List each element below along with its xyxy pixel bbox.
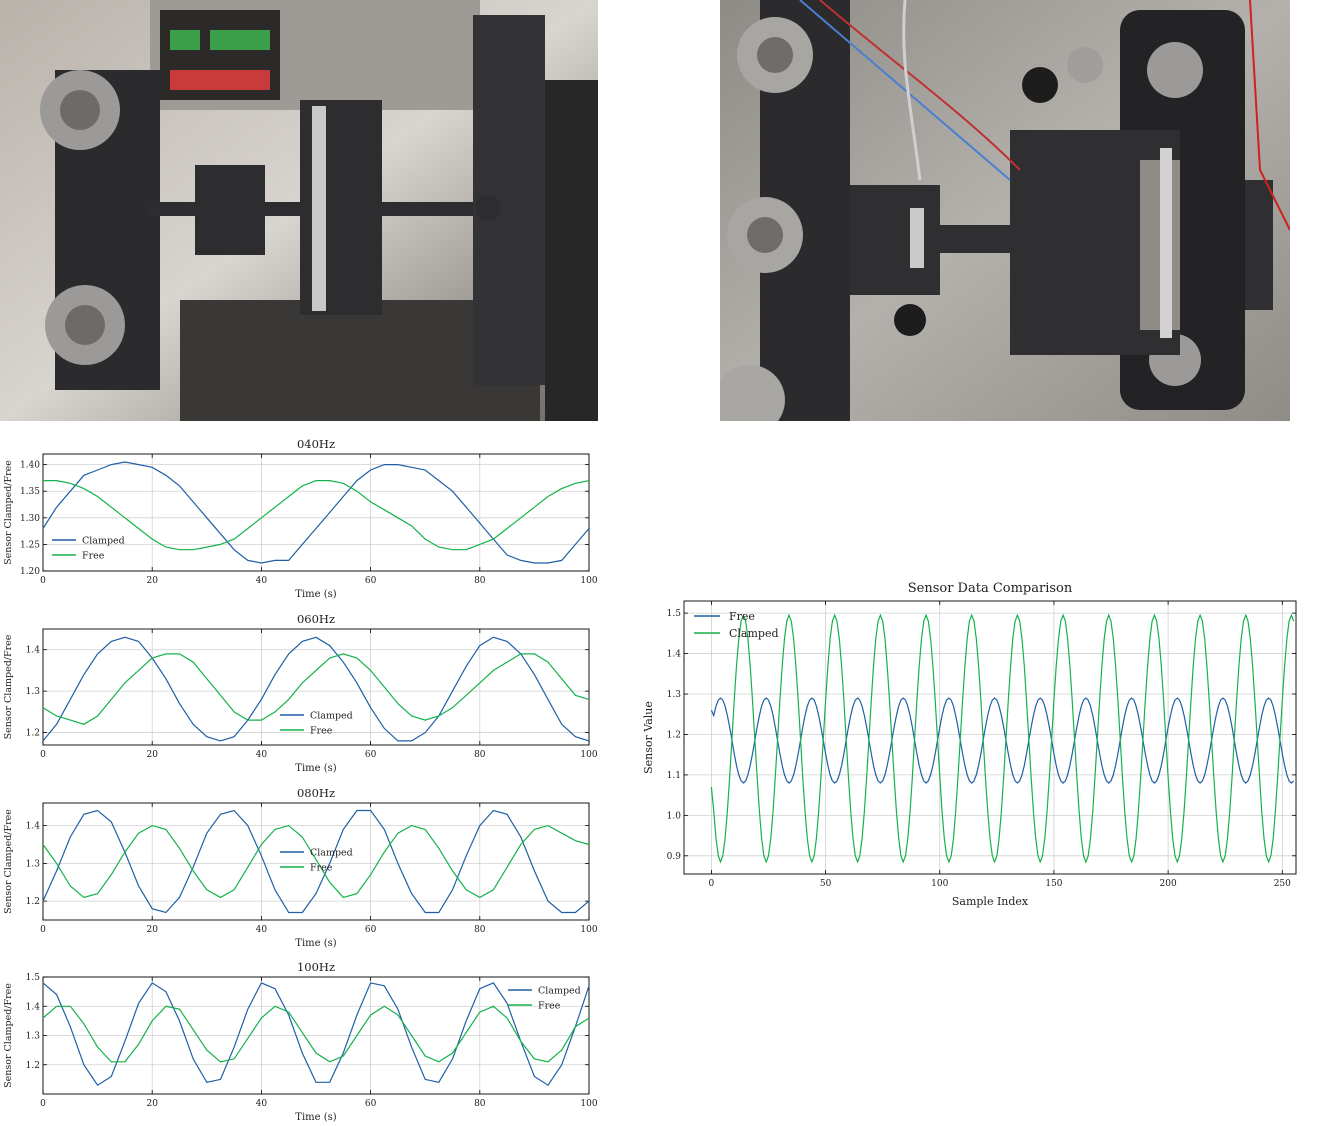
chart3-frame bbox=[42, 802, 590, 921]
main-chart-ytick-label: 1.5 bbox=[667, 609, 682, 619]
chart3-ytick-label: 1.3 bbox=[26, 859, 41, 869]
chart1-xlabel: Time (s) bbox=[295, 589, 336, 600]
chart1-title: 040Hz bbox=[297, 437, 335, 451]
chart2-xtick-label: 60 bbox=[365, 750, 377, 760]
chart1-ylabel: Sensor Clamped/Free bbox=[3, 460, 14, 565]
main-chart-xtick-label: 250 bbox=[1274, 879, 1291, 889]
chart2-ytick-label: 1.2 bbox=[26, 729, 40, 739]
chart4-series-free bbox=[42, 1005, 590, 1063]
main-chart-ylabel: Sensor Value bbox=[642, 701, 655, 774]
chart1-ytick-label: 1.35 bbox=[20, 487, 40, 497]
chart1-xtick-label: 20 bbox=[146, 576, 158, 586]
chart1: 0 20 40 60 80 100 1.20 1.25 1.30 1.35 1.40 040Hz Tim… bbox=[3, 437, 598, 600]
main-chart-ytick-label: 1.2 bbox=[667, 730, 681, 740]
main-chart-xtick-label: 150 bbox=[1045, 879, 1062, 889]
chart-canvas: 0 20 40 60 80 1001.201.251.301.351.40040HzTim… bbox=[3, 437, 1297, 1123]
chart4-ytick-label: 1.3 bbox=[26, 1032, 41, 1042]
chart4-xtick-label: 80 bbox=[474, 1099, 486, 1109]
main-chart-ytick-label: 1.4 bbox=[667, 650, 682, 660]
chart2-xtick-label: 20 bbox=[146, 750, 158, 760]
main-chart-xtick-label: 0 bbox=[709, 879, 715, 889]
chart1-xtick-label: 100 bbox=[580, 576, 597, 586]
chart3-ytick-label: 1.2 bbox=[26, 897, 40, 907]
chart4-legend-label: Free bbox=[538, 1001, 561, 1012]
chart3-legend-label: Clamped bbox=[310, 848, 353, 859]
chart4-xtick-label: 0 bbox=[40, 1099, 46, 1109]
chart1-series-clamped bbox=[42, 461, 590, 564]
chart2-xtick-label: 100 bbox=[580, 750, 597, 760]
chart3-xtick-label: 60 bbox=[365, 925, 377, 935]
chart4-xlabel: Time (s) bbox=[295, 1112, 336, 1123]
chart4: 0 20 40 60 80 100 1.2 1.3 1.4 1.5 100Hz Time (s) Sen… bbox=[3, 960, 598, 1123]
chart4-series-clamped bbox=[42, 982, 590, 1087]
chart4-xtick-label: 100 bbox=[580, 1099, 597, 1109]
chart2-ytick-label: 1.4 bbox=[26, 646, 41, 656]
main-chart-ytick-label: 1.0 bbox=[667, 811, 682, 821]
main-chart-xtick-label: 50 bbox=[820, 879, 832, 889]
main-chart-series-clamped bbox=[710, 613, 1295, 864]
chart2-xtick-label: 40 bbox=[256, 750, 268, 760]
main-chart-legend-label: Clamped bbox=[729, 627, 779, 640]
chart1-xtick-label: 80 bbox=[474, 576, 486, 586]
chart1-legend-label: Clamped bbox=[82, 536, 125, 547]
chart1-frame bbox=[42, 453, 590, 572]
chart2-xlabel: Time (s) bbox=[295, 763, 336, 774]
chart2-ytick-label: 1.3 bbox=[26, 687, 41, 697]
chart2-xtick-label: 80 bbox=[474, 750, 486, 760]
chart4-xtick-label: 40 bbox=[256, 1099, 268, 1109]
chart4-xtick-label: 20 bbox=[146, 1099, 158, 1109]
chart1-ytick-label: 1.40 bbox=[20, 461, 40, 471]
chart3-xtick-label: 40 bbox=[256, 925, 268, 935]
chart3-xtick-label: 100 bbox=[580, 925, 597, 935]
chart2-legend-label: Clamped bbox=[310, 711, 353, 722]
chart3-xlabel: Time (s) bbox=[295, 938, 336, 949]
chart1-xtick-label: 0 bbox=[40, 576, 46, 586]
chart1-legend-label: Free bbox=[82, 551, 105, 562]
chart3-ytick-label: 1.4 bbox=[26, 822, 41, 832]
main-chart-legend-label: Free bbox=[729, 610, 755, 623]
chart4-xtick-label: 60 bbox=[365, 1099, 377, 1109]
chart3: 0 20 40 60 80 100 1.2 1.3 1.4 080Hz Time (s) Sensor… bbox=[3, 786, 598, 949]
chart4-ytick-label: 1.2 bbox=[26, 1061, 40, 1071]
main-chart-xtick-label: 100 bbox=[931, 879, 948, 889]
chart4-title: 100Hz bbox=[297, 960, 335, 974]
chart3-legend-label: Free bbox=[310, 863, 333, 874]
chart1-xtick-label: 60 bbox=[365, 576, 377, 586]
chart1-ytick-label: 1.30 bbox=[20, 514, 40, 524]
chart2: 0 20 40 60 80 100 1.2 1.3 1.4 060Hz Time (s) Sensor… bbox=[3, 612, 598, 774]
chart1-ytick-label: 1.25 bbox=[20, 540, 40, 550]
chart2-ylabel: Sensor Clamped/Free bbox=[3, 634, 14, 739]
main-chart-ytick-label: 1.3 bbox=[667, 690, 682, 700]
main-chart-ytick-label: 0.9 bbox=[667, 852, 682, 862]
main-chart: 0 50 100 150 200 250 0.9 1.0 1.1 1.2 1.3 1.4 1.5 Sens… bbox=[642, 581, 1297, 908]
main-chart-ytick-label: 1.1 bbox=[667, 771, 681, 781]
chart4-ytick-label: 1.4 bbox=[26, 1002, 41, 1012]
chart1-ytick-label: 1.20 bbox=[20, 567, 40, 577]
chart4-ylabel: Sensor Clamped/Free bbox=[3, 983, 14, 1088]
chart2-xtick-label: 0 bbox=[40, 750, 46, 760]
chart3-xtick-label: 0 bbox=[40, 925, 46, 935]
chart4-legend-label: Clamped bbox=[538, 986, 581, 997]
chart3-title: 080Hz bbox=[297, 786, 335, 800]
chart3-xtick-label: 20 bbox=[146, 925, 158, 935]
chart3-series-free bbox=[42, 824, 590, 899]
main-chart-xtick-label: 200 bbox=[1160, 879, 1177, 889]
chart1-xtick-label: 40 bbox=[256, 576, 268, 586]
chart2-legend-label: Free bbox=[310, 726, 333, 737]
chart3-ylabel: Sensor Clamped/Free bbox=[3, 809, 14, 914]
main-chart-xlabel: Sample Index bbox=[952, 895, 1029, 908]
chart4-ytick-label: 1.5 bbox=[26, 973, 41, 983]
chart2-title: 060Hz bbox=[297, 612, 335, 626]
chart3-xtick-label: 80 bbox=[474, 925, 486, 935]
main-chart-title: Sensor Data Comparison bbox=[908, 581, 1073, 596]
